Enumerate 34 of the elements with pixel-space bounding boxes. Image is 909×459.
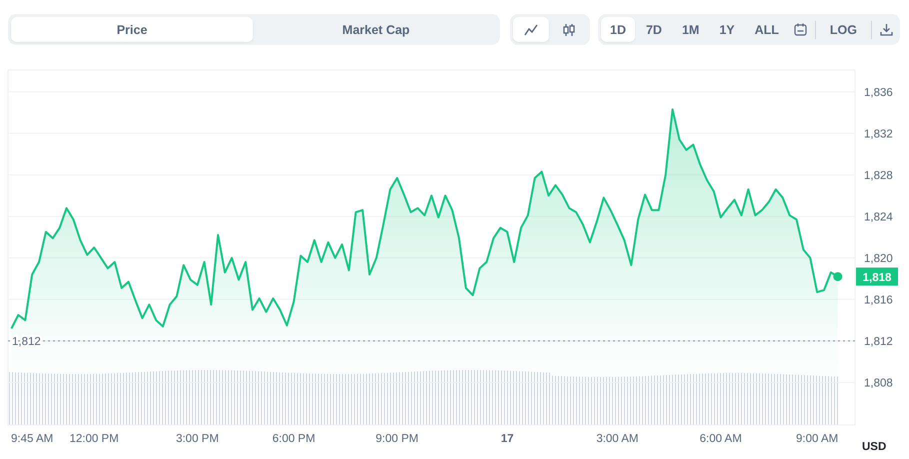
axis-label: 1,808 (864, 377, 893, 390)
axis-label: 3:00 AM (596, 433, 639, 445)
axis-label: 12:00 PM (69, 433, 119, 445)
download-icon (880, 23, 894, 36)
candlestick-icon (562, 22, 576, 36)
axis-label: 1,820 (864, 252, 893, 265)
axis-label: 3:00 PM (176, 433, 219, 445)
range-tab[interactable]: ALL (746, 17, 788, 42)
axis-label: 6:00 PM (272, 433, 316, 445)
range-tab[interactable]: 1M (672, 17, 708, 42)
range-tab[interactable]: 1D (601, 17, 635, 42)
price-badge: 1,818 (856, 268, 898, 286)
currency-label: USD (862, 441, 886, 453)
axis-label: 6:00 AM (700, 433, 742, 445)
axis-label: 1,824 (864, 211, 893, 224)
range-tab[interactable]: 1Y (710, 17, 744, 42)
axis-label: 9:00 PM (376, 433, 418, 445)
open-price-label: 1,812 (12, 336, 41, 348)
log-button[interactable]: LOG (820, 17, 866, 42)
chart-tab[interactable]: Price (11, 17, 253, 42)
axis-label: 9:45 AM (11, 433, 54, 445)
calendar-icon (794, 23, 807, 36)
chart-type-button[interactable] (513, 17, 549, 42)
last-price-dot (833, 272, 842, 282)
axis-label: 1,832 (864, 128, 893, 140)
axis-label: 1,836 (864, 86, 893, 99)
axis-label: 17 (500, 433, 514, 445)
line-chart-icon (524, 22, 538, 36)
range-tab[interactable]: 7D (636, 17, 671, 42)
chart-tab[interactable]: Market Cap (255, 17, 497, 42)
axis-label: 9:00 AM (796, 433, 838, 445)
axis-label: 1,828 (864, 170, 893, 182)
axis-label: 1,812 (864, 336, 893, 348)
axis-label: 1,816 (864, 294, 893, 306)
